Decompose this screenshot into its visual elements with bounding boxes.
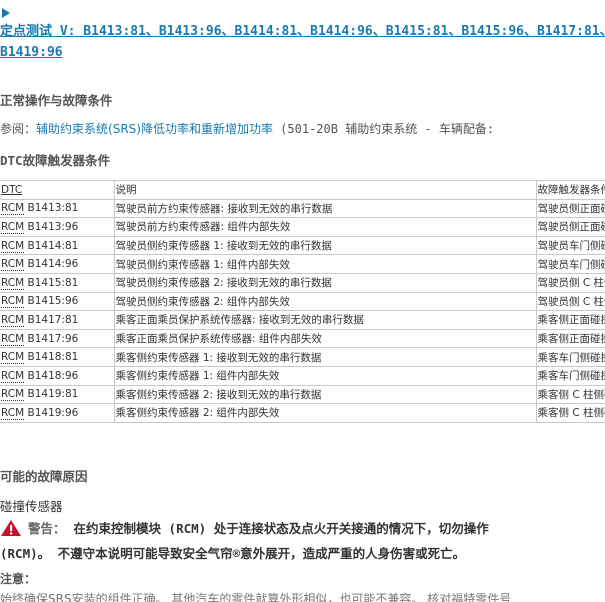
dtc-condition-cell: 乘客侧正面碰撞传感器 — [536, 329, 605, 349]
table-row: RCM B1418:96乘客侧约束传感器 1: 组件内部失效乘客车门侧碰撞传感器 — [0, 366, 605, 386]
dtc-code-cell: RCM B1417:81 — [0, 310, 115, 330]
dtc-code-cell: RCM B1414:96 — [0, 254, 115, 274]
rcm-abbreviation[interactable]: RCM — [1, 388, 25, 402]
dtc-description-cell: 乘客正面乘员保护系统传感器: 组件内部失效 — [114, 329, 537, 349]
dtc-code: B1415:96 — [24, 295, 79, 308]
table-row: RCM B1415:96驾驶员侧约束传感器 2: 组件内部失效驾驶员侧 C 柱侧… — [0, 292, 605, 312]
dtc-condition-cell: 乘客侧 C 柱侧碰撞传感器 — [536, 403, 605, 423]
srs-depower-link[interactable]: 辅助约束系统(SRS)降低功率和重新增加功率 — [36, 122, 273, 136]
note-text: 始终确保SRS安装的组件正确。 其他汽车的零件就算外形相似，也可能不兼容。 核对… — [0, 592, 512, 602]
warning-text-1: 在约束控制模块 (RCM) 处于连接状态及点火开关接通的情况下，切勿操作 — [73, 521, 489, 536]
dtc-code-cell: RCM B1414:81 — [0, 236, 115, 256]
dtc-condition-cell: 乘客车门侧碰撞传感器 — [536, 347, 605, 367]
reference-line: 参阅：辅助约束系统(SRS)降低功率和重新增加功率 (501-20B 辅助约束系… — [0, 120, 494, 137]
dtc-description-cell: 驾驶员侧约束传感器 1: 接收到无效的串行数据 — [114, 236, 537, 256]
dtc-trigger-title: DTC故障触发器条件 — [0, 153, 111, 168]
warning-label: 警告： — [28, 521, 66, 536]
cause-item: 碰撞传感器 — [0, 499, 63, 514]
reference-prefix: 参阅： — [0, 122, 37, 136]
pinpoint-test-link-continued[interactable]: B1419:96 — [0, 43, 605, 63]
rcm-abbreviation[interactable]: RCM — [1, 406, 25, 420]
table-header-row: DTC 说明 故障触发器条件 — [0, 180, 605, 200]
pinpoint-test-link[interactable]: 定点测试 V: B1413:81、B1413:96、B1414:81、B1414… — [0, 22, 605, 42]
table-row: RCM B1417:81 乘客正面乘员保护系统传感器: 接收到无效的串行数据 乘客侧… — [0, 310, 605, 330]
table-row: RCM B1415:81 驾驶员侧约束传感器 2: 接收到无效的串行数据 驾驶员侧 … — [0, 273, 605, 293]
dtc-description-cell: 驾驶员侧约束传感器 1: 组件内部失效 — [114, 254, 537, 274]
dtc-code: B1419:96 — [24, 406, 79, 419]
table-row: RCM B1413:96驾驶员前方约束传感器: 组件内部失效驾驶员侧正面碰撞传感… — [0, 217, 605, 237]
dtc-description-cell: 驾驶员前方约束传感器: 接收到无效的串行数据 — [114, 199, 537, 219]
reference-suffix: (501-20B 辅助约束系统 - 车辆配备: — [272, 122, 495, 136]
dtc-code-cell: RCM B1419:96 — [0, 403, 115, 423]
dtc-code: B1417:96 — [24, 332, 79, 345]
table-row: RCM B1417:96乘客正面乘员保护系统传感器: 组件内部失效乘客侧正面碰撞… — [0, 329, 605, 349]
dtc-condition-cell: 驾驶员侧正面碰撞传感器 — [536, 217, 605, 237]
dtc-description-cell: 驾驶员侧约束传感器 2: 组件内部失效 — [114, 292, 537, 312]
column-header-description: 说明 — [114, 180, 537, 200]
dtc-code-cell: RCM B1413:96 — [0, 217, 115, 237]
rcm-abbreviation[interactable]: RCM — [1, 220, 25, 234]
rcm-abbreviation[interactable]: RCM — [1, 351, 25, 365]
table-row: RCM B1414:81 驾驶员侧约束传感器 1: 接收到无效的串行数据 驾驶员车门… — [0, 236, 605, 256]
dtc-code: B1414:96 — [24, 258, 79, 271]
dtc-condition-cell: 驾驶员车门侧碰撞传感器 — [536, 254, 605, 274]
dtc-description-cell: 驾驶员前方约束传感器: 组件内部失效 — [114, 217, 537, 237]
dtc-description-cell: 驾驶员侧约束传感器 2: 接收到无效的串行数据 — [114, 273, 537, 293]
table-row: RCM B1414:96驾驶员侧约束传感器 1: 组件内部失效驾驶员车门侧碰撞传… — [0, 254, 605, 274]
table-row: RCM B1418:81 乘客侧约束传感器 1: 接收到无效的串行数据 乘客车门侧碰… — [0, 347, 605, 367]
rcm-abbreviation[interactable]: RCM — [1, 202, 25, 216]
column-header-dtc: DTC — [0, 180, 115, 200]
table-row: RCM B1419:96乘客侧约束传感器 2: 组件内部失效乘客侧 C 柱侧碰撞… — [0, 403, 605, 423]
dtc-code: B1414:81 — [24, 239, 79, 252]
dtc-condition-cell: 乘客侧 C 柱侧碰撞传感器 — [536, 385, 605, 405]
dtc-code: B1419:81 — [24, 388, 79, 401]
dtc-description-cell: 乘客侧约束传感器 1: 接收到无效的串行数据 — [114, 347, 537, 367]
expand-triangle-icon[interactable] — [2, 8, 10, 18]
document-page: 定点测试 V: B1413:81、B1413:96、B1414:81、B1414… — [0, 0, 605, 602]
rcm-abbreviation[interactable]: RCM — [1, 369, 25, 383]
warning-triangle-icon — [0, 519, 22, 537]
dtc-condition-cell: 驾驶员侧正面碰撞传感器 — [536, 199, 605, 219]
rcm-abbreviation[interactable]: RCM — [1, 295, 25, 309]
dtc-code-cell: RCM B1419:81 — [0, 385, 115, 405]
dtc-code: B1413:81 — [24, 202, 79, 215]
dtc-code-cell: RCM B1417:96 — [0, 329, 115, 349]
warning-line: 警告： 在约束控制模块 (RCM) 处于连接状态及点火开关接通的情况下，切勿操作 — [0, 518, 489, 537]
dtc-description-cell: 乘客侧约束传感器 2: 组件内部失效 — [114, 403, 537, 423]
column-header-condition: 故障触发器条件 — [536, 180, 605, 200]
dtc-condition-cell: 驾驶员侧 C 柱侧碰撞传感器 — [536, 273, 605, 293]
dtc-condition-cell: 驾驶员侧 C 柱侧碰撞传感器 — [536, 292, 605, 312]
rcm-abbreviation[interactable]: RCM — [1, 276, 25, 290]
dtc-code: B1418:81 — [24, 351, 79, 364]
normal-operation-title: 正常操作与故障条件 — [0, 93, 113, 108]
dtc-code-cell: RCM B1415:96 — [0, 292, 115, 312]
warning-text-2: (RCM)。 不遵守本说明可能导致安全气帘®意外展开，造成严重的人身伤害或死亡。 — [0, 546, 466, 561]
dtc-condition-cell: 乘客车门侧碰撞传感器 — [536, 366, 605, 386]
table-row: RCM B1419:81 乘客侧约束传感器 2: 接收到无效的串行数据 乘客侧 C … — [0, 385, 605, 405]
rcm-abbreviation[interactable]: RCM — [1, 258, 25, 272]
dtc-description-cell: 乘客侧约束传感器 2: 接收到无效的串行数据 — [114, 385, 537, 405]
dtc-code-cell: RCM B1413:81 — [0, 199, 115, 219]
dtc-code: B1413:96 — [24, 220, 79, 233]
dtc-code: B1417:81 — [24, 313, 79, 326]
note-title: 注意： — [0, 572, 37, 586]
dtc-description-cell: 乘客正面乘员保护系统传感器: 接收到无效的串行数据 — [114, 310, 537, 330]
rcm-abbreviation[interactable]: RCM — [1, 332, 25, 346]
dtc-code-cell: RCM B1418:81 — [0, 347, 115, 367]
dtc-code: B1415:81 — [24, 276, 79, 289]
dtc-code-cell: RCM B1418:96 — [0, 366, 115, 386]
dtc-condition-cell: 乘客侧正面碰撞传感器 — [536, 310, 605, 330]
table-row: RCM B1413:81 驾驶员前方约束传感器: 接收到无效的串行数据 驾驶员侧正面… — [0, 199, 605, 219]
rcm-abbreviation[interactable]: RCM — [1, 239, 25, 253]
dtc-code: B1418:96 — [24, 369, 79, 382]
dtc-code-cell: RCM B1415:81 — [0, 273, 115, 293]
possible-causes-title: 可能的故障原因 — [0, 469, 88, 484]
dtc-description-cell: 乘客侧约束传感器 1: 组件内部失效 — [114, 366, 537, 386]
dtc-table: DTC 说明 故障触发器条件 RCM B1413:81 驾驶员前方约束传感器: 接… — [0, 180, 605, 423]
rcm-abbreviation[interactable]: RCM — [1, 313, 25, 327]
dtc-condition-cell: 驾驶员车门侧碰撞传感器 — [536, 236, 605, 256]
